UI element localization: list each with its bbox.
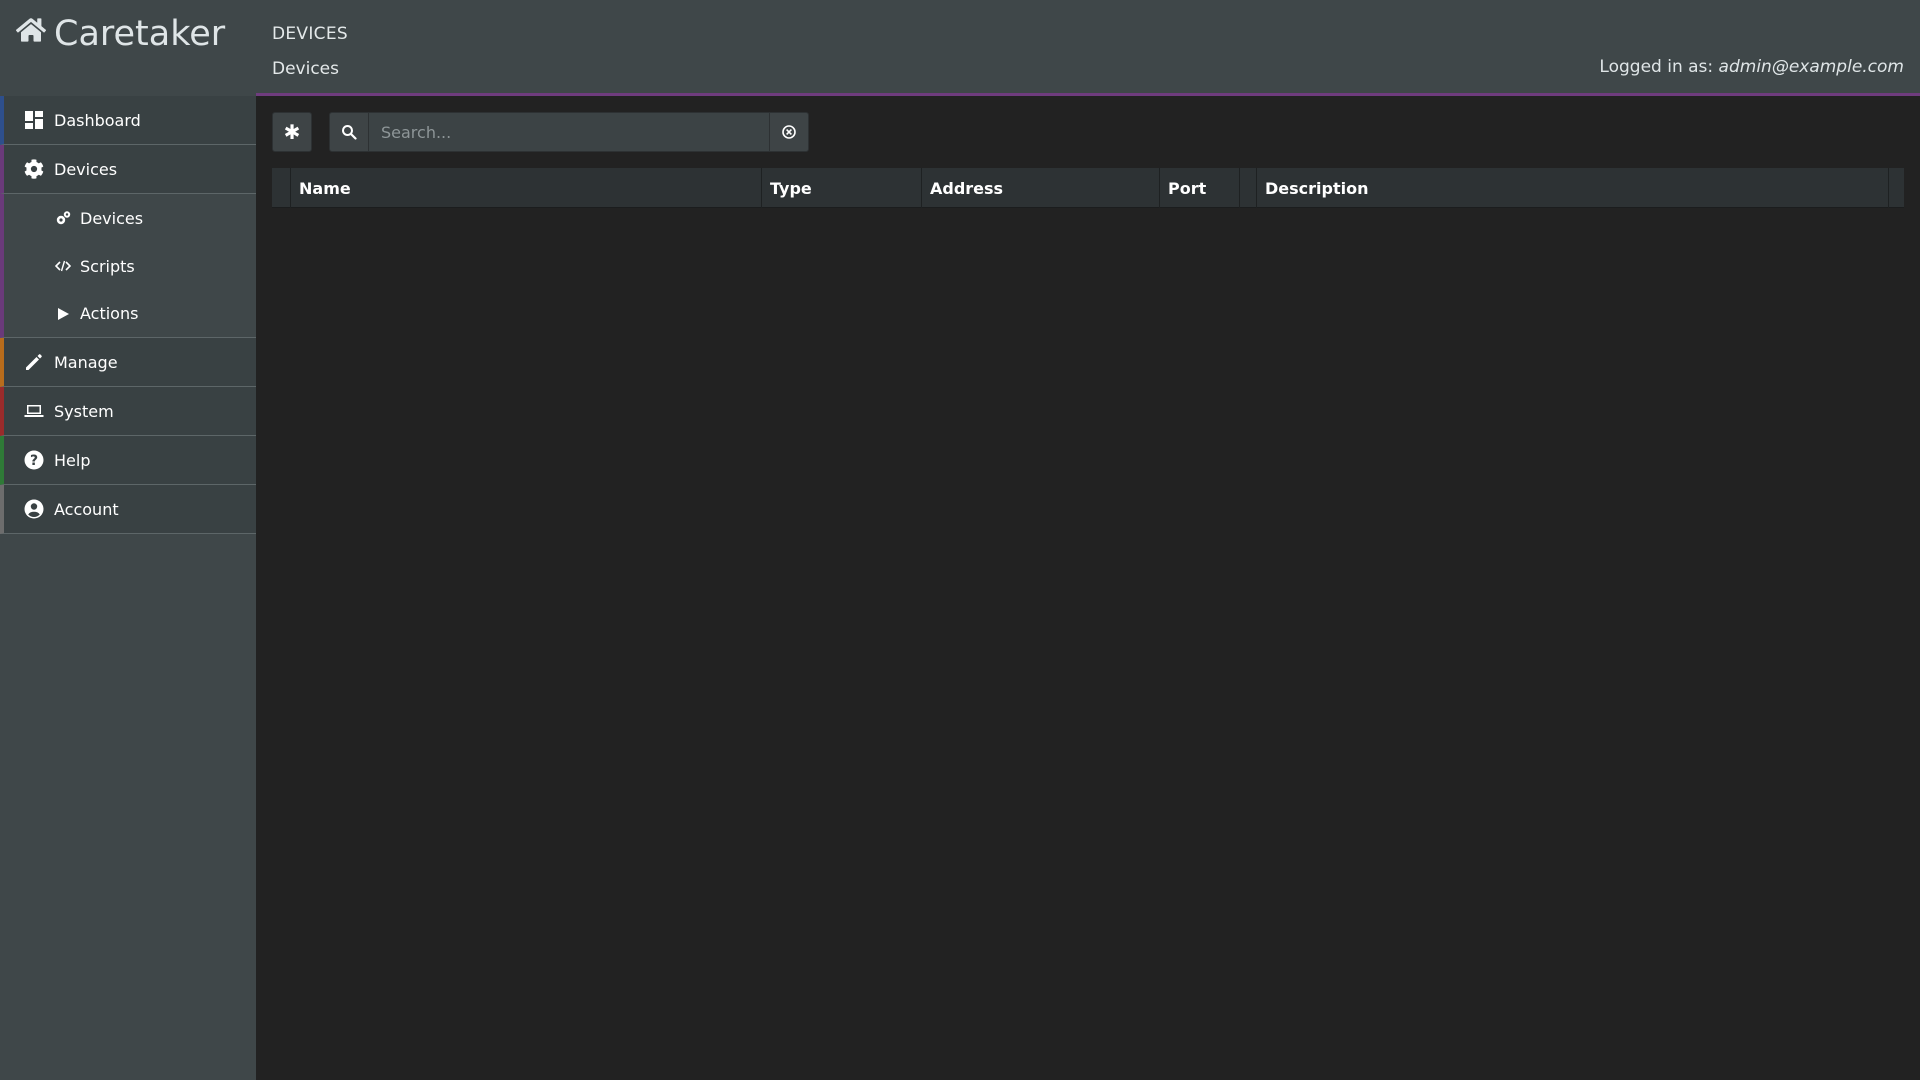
laptop-icon [24,401,44,421]
gears-icon [54,209,72,227]
search-icon [341,124,357,140]
sidebar-item-help[interactable]: ? Help [0,436,256,485]
page-section-title: DEVICES [272,24,348,44]
sidebar-subitem-scripts[interactable]: Scripts [0,242,256,290]
play-icon [54,305,72,323]
sidebar-item-label: Manage [54,352,118,372]
search-input[interactable] [369,112,769,152]
brand-link[interactable]: Caretaker [15,12,226,56]
sidebar-subitem-label: Actions [80,304,139,323]
column-header-address[interactable]: Address [921,168,1159,208]
search-group [329,112,809,152]
column-actions-header [1888,168,1904,208]
user-circle-icon [24,499,44,519]
column-spacer [1239,168,1256,208]
clear-search-button[interactable] [769,112,809,152]
app-name: Caretaker [54,14,226,54]
sidebar-item-label: Account [54,499,119,519]
column-header-type[interactable]: Type [761,168,921,208]
header-accent-line [256,93,1920,96]
sidebar-subitem-devices[interactable]: Devices [0,194,256,242]
select-column-header[interactable] [272,168,290,208]
sidebar-item-system[interactable]: System [0,387,256,436]
column-header-description[interactable]: Description [1256,168,1888,208]
question-circle-icon: ? [24,450,44,470]
sidebar-item-label: System [54,401,114,421]
sidebar-item-dashboard[interactable]: Dashboard [0,96,256,145]
login-status: Logged in as: admin@example.com [1599,57,1904,77]
sidebar-subitem-actions[interactable]: Actions [0,290,256,338]
sidebar-subitem-label: Scripts [80,256,135,276]
login-label: Logged in as: [1599,57,1714,77]
column-header-port[interactable]: Port [1159,168,1239,208]
sidebar-item-label: Help [54,450,91,470]
sidebar-item-manage[interactable]: Manage [0,338,256,387]
asterisk-button[interactable]: ✱ [272,112,312,152]
devices-table: Name Type Address Port Description [272,168,1904,208]
home-icon [15,14,47,54]
svg-text:?: ? [30,453,38,469]
sidebar-item-devices[interactable]: Devices [0,145,256,194]
sidebar-item-label: Devices [54,159,118,179]
sidebar-item-account[interactable]: Account [0,485,256,534]
dashboard-icon [24,110,44,130]
close-circle-icon [781,124,797,140]
search-button[interactable] [329,112,369,152]
pencil-icon [24,352,44,372]
top-header: Caretaker DEVICES Devices Logged in as: … [0,0,1920,96]
breadcrumb[interactable]: Devices [272,59,339,79]
sidebar-item-label: Dashboard [54,110,141,130]
column-header-name[interactable]: Name [290,168,761,208]
sidebar-subitem-label: Devices [80,208,144,228]
sidebar: Dashboard Devices Devices Scripts Action… [0,96,256,1080]
login-user[interactable]: admin@example.com [1719,57,1904,77]
table-header: Name Type Address Port Description [272,168,1904,208]
gear-icon [24,159,44,179]
code-icon [54,257,72,275]
